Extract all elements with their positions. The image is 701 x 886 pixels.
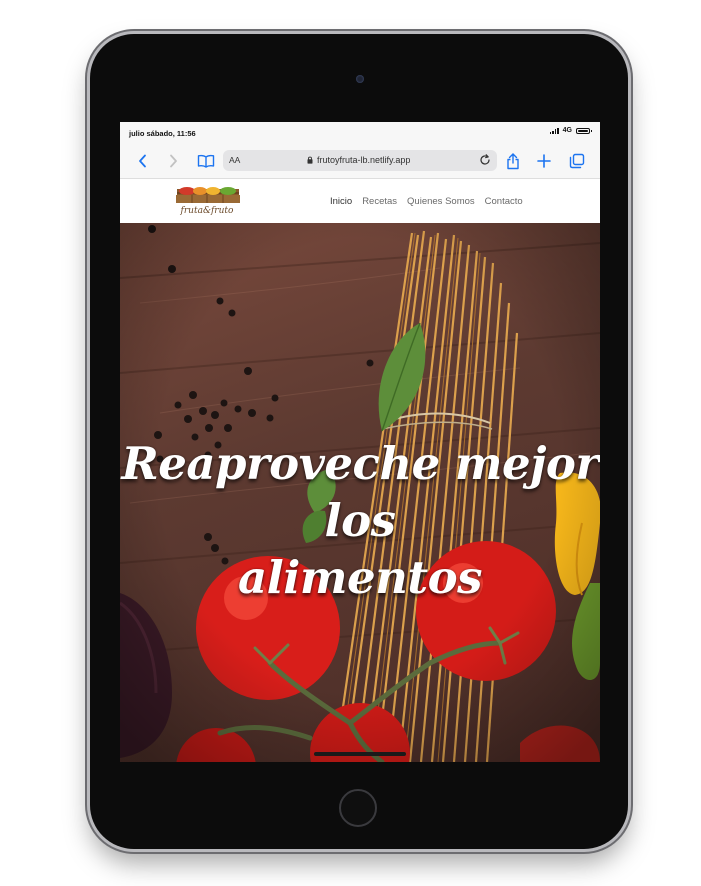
hero-title-line-1: Reaproveche mejor los: [121, 437, 599, 547]
home-button[interactable]: [339, 789, 377, 827]
nav-link-contacto[interactable]: Contacto: [485, 196, 523, 207]
browser-toolbar: AA frutoyfruta-lb.netlify.app: [120, 144, 600, 179]
forward-button[interactable]: [162, 150, 184, 172]
camera-icon: [356, 75, 364, 83]
status-time: julio sábado, 11:56: [129, 129, 196, 138]
nav-link-quienes-somos[interactable]: Quienes Somos: [407, 196, 475, 207]
book-icon: [197, 154, 215, 168]
hero-title-line-2: alimentos: [238, 551, 482, 604]
chevron-right-icon: [170, 154, 177, 168]
signal-icon: [549, 127, 559, 134]
site-nav-links: Inicio Recetas Quienes Somos Contacto: [330, 196, 523, 207]
hero-section: Reaproveche mejor los alimentos: [120, 223, 600, 762]
address-bar[interactable]: AA frutoyfruta-lb.netlify.app: [223, 150, 497, 171]
tabs-button[interactable]: [566, 150, 588, 172]
lock-icon: [307, 156, 313, 164]
home-indicator: [314, 752, 406, 756]
share-icon: [507, 152, 519, 169]
tabs-icon: [569, 153, 585, 169]
screen: julio sábado, 11:56 4G AA frutoyfruta-lb…: [120, 122, 600, 762]
network-label: 4G: [562, 127, 572, 134]
text-size-button[interactable]: AA: [229, 155, 240, 165]
nav-link-inicio[interactable]: Inicio: [330, 196, 352, 207]
url-text: frutoyfruta-lb.netlify.app: [317, 155, 411, 165]
site-header: fruta&fruto Inicio Recetas Quienes Somos…: [120, 179, 600, 223]
battery-icon: [576, 127, 592, 134]
hero-title: Reaproveche mejor los alimentos: [120, 435, 600, 606]
nav-link-recetas[interactable]: Recetas: [362, 196, 397, 207]
reload-icon[interactable]: [478, 153, 492, 167]
logo-text: fruta&fruto: [180, 206, 234, 216]
new-tab-button[interactable]: [533, 150, 555, 172]
back-button[interactable]: [132, 150, 154, 172]
chevron-left-icon: [139, 154, 146, 168]
bookmarks-button[interactable]: [195, 150, 217, 172]
status-bar: julio sábado, 11:56 4G: [120, 122, 600, 144]
status-indicators: 4G: [549, 127, 592, 134]
site-logo[interactable]: fruta&fruto: [171, 181, 243, 221]
tablet-device: julio sábado, 11:56 4G AA frutoyfruta-lb…: [90, 34, 628, 849]
share-button[interactable]: [502, 150, 524, 172]
plus-icon: [537, 154, 551, 168]
